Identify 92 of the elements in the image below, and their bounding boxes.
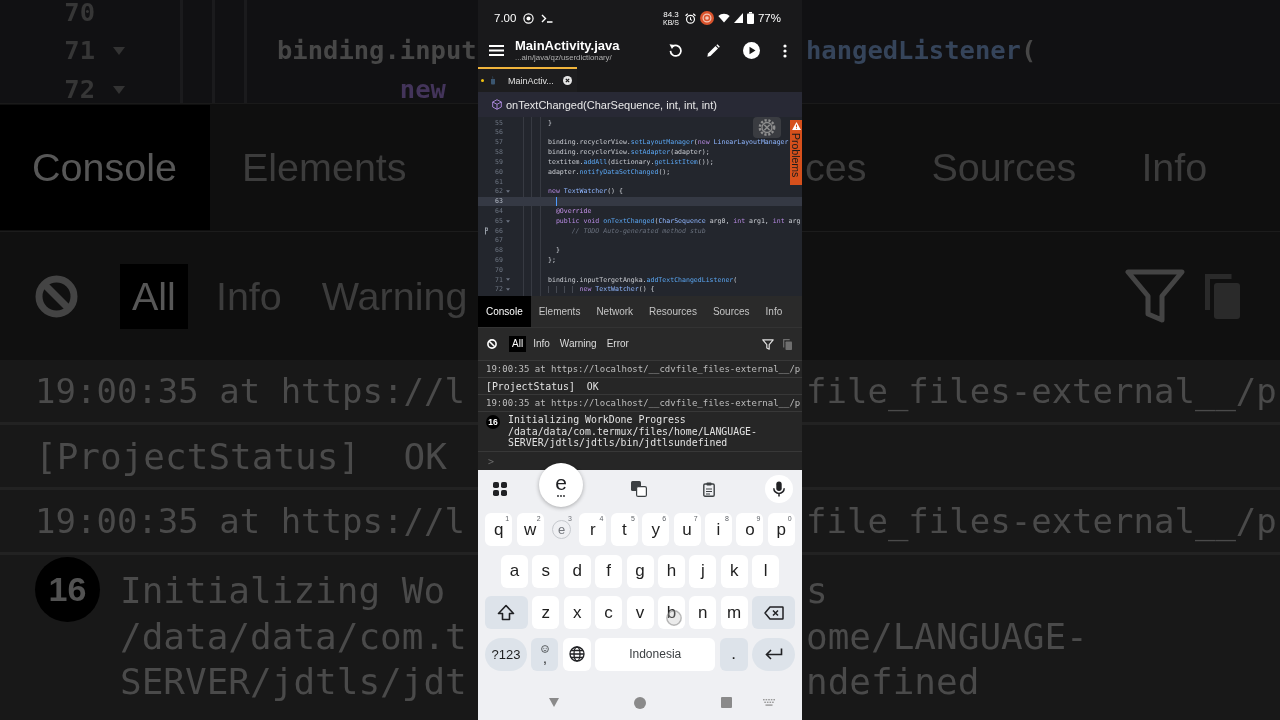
keyboard-key[interactable]: x bbox=[563, 596, 591, 629]
filter-icon bbox=[1125, 268, 1185, 324]
period-key[interactable]: . bbox=[719, 637, 748, 671]
symbols-key[interactable]: ?123 bbox=[485, 637, 527, 671]
devtools-tab[interactable]: Info bbox=[757, 296, 791, 327]
block-icon bbox=[35, 274, 78, 318]
keyboard-key[interactable]: c bbox=[595, 596, 623, 629]
overlapping-squares-icon[interactable] bbox=[631, 481, 647, 497]
code-text: hangedListener( bbox=[806, 38, 1037, 64]
tab-label: Console bbox=[0, 105, 210, 230]
globe-icon bbox=[568, 646, 585, 662]
filter-icon[interactable] bbox=[762, 338, 774, 350]
space-bar[interactable]: Indonesia bbox=[595, 637, 716, 671]
copy-icon[interactable] bbox=[783, 338, 792, 350]
block-icon[interactable] bbox=[487, 339, 497, 349]
apps-grid-icon[interactable] bbox=[493, 482, 507, 496]
log-source-text: 19:00:35 at https://localhost/__cdvfile_files-external__/p bbox=[486, 364, 801, 374]
fold-arrow-icon[interactable] bbox=[505, 278, 510, 282]
cube-icon bbox=[492, 99, 502, 110]
alarm-clock-icon bbox=[684, 12, 696, 24]
microphone-icon[interactable] bbox=[765, 475, 793, 503]
close-icon[interactable] bbox=[563, 76, 572, 85]
devtools-tab[interactable]: Elements bbox=[530, 296, 589, 327]
count-badge: 16 bbox=[35, 557, 100, 622]
globe-key[interactable] bbox=[562, 637, 591, 671]
key-preview-letter: e bbox=[555, 473, 567, 492]
file-title: MainActivity.java bbox=[515, 38, 620, 53]
smiley-icon bbox=[540, 645, 549, 653]
log-source-text: 19:00:35 at https://localhost/__cdvfile_files-external__/p bbox=[486, 398, 801, 408]
keyboard-key[interactable]: j bbox=[689, 554, 717, 588]
battery-percent: 77% bbox=[757, 12, 781, 24]
enter-key[interactable] bbox=[752, 637, 795, 671]
clock-time: 7.00 bbox=[494, 12, 517, 24]
menu-icon[interactable] bbox=[489, 45, 504, 56]
keyboard-key[interactable]: l bbox=[752, 554, 780, 588]
log-level-filter[interactable]: Warning bbox=[556, 336, 600, 352]
log-message: Initializing WorkDone Progress /data/data/com.termux/files/home/LANGUAGE-SERVER/jdtls/jdtls/bin/jdtlsundefined bbox=[508, 414, 758, 449]
warning-icon bbox=[791, 122, 801, 130]
devtools-tab[interactable]: Network bbox=[588, 296, 642, 327]
keyboard-key[interactable]: k bbox=[720, 554, 748, 588]
backspace-key[interactable] bbox=[752, 596, 796, 629]
fold-arrow-icon[interactable] bbox=[505, 219, 510, 223]
devtools-tab[interactable]: Resources bbox=[641, 296, 705, 327]
keyboard-key[interactable]: n bbox=[689, 596, 717, 629]
devtools-tab[interactable]: Sources bbox=[704, 296, 758, 327]
shift-arrow-icon bbox=[497, 604, 516, 621]
keyboard-key[interactable]: z bbox=[532, 596, 560, 629]
keyboard-key[interactable]: s bbox=[532, 554, 560, 588]
keyboard-key[interactable]: m bbox=[720, 596, 748, 629]
count-badge: 16 bbox=[486, 415, 500, 429]
keyboard-key[interactable]: h bbox=[657, 554, 685, 588]
play-icon[interactable] bbox=[743, 42, 760, 59]
enter-arrow-icon bbox=[764, 648, 783, 660]
more-vertical-icon[interactable] bbox=[783, 43, 787, 58]
signal-icon bbox=[733, 13, 743, 23]
battery-icon bbox=[746, 12, 754, 24]
log-message: [ProjectStatus] OK bbox=[486, 380, 599, 392]
problems-tab[interactable]: Problems bbox=[790, 120, 802, 185]
network-speed: 84.3 bbox=[663, 10, 679, 19]
home-circle-icon[interactable] bbox=[634, 696, 646, 709]
comma-key[interactable]: , bbox=[531, 637, 559, 671]
settings-icon[interactable] bbox=[753, 117, 781, 138]
breadcrumb-item[interactable]: onTextChanged(CharSequence, int, int, int) bbox=[506, 98, 717, 111]
cup-icon bbox=[490, 76, 496, 85]
keyboard-key[interactable]: g bbox=[626, 554, 654, 588]
circular-arrow-icon[interactable] bbox=[668, 43, 683, 58]
keyboard-key[interactable]: a bbox=[500, 554, 528, 588]
fold-arrow-icon[interactable] bbox=[505, 190, 510, 194]
log-level-filter[interactable]: Error bbox=[603, 336, 632, 352]
keyboard-key[interactable]: b bbox=[657, 596, 685, 629]
backspace-icon bbox=[763, 605, 784, 620]
terminal-icon bbox=[541, 13, 554, 23]
code-text: new bbox=[399, 77, 446, 103]
keyboard-key[interactable]: d bbox=[563, 554, 591, 588]
fold-arrow-icon[interactable] bbox=[505, 288, 510, 292]
shift-key[interactable] bbox=[484, 596, 528, 629]
text-cursor bbox=[555, 196, 557, 206]
wifi-icon bbox=[717, 13, 730, 23]
keyboard-key[interactable]: f bbox=[595, 554, 623, 588]
file-tab[interactable]: MainActiv... bbox=[478, 67, 577, 92]
record-icon bbox=[523, 12, 535, 24]
clipboard-icon[interactable] bbox=[703, 481, 715, 497]
devtools-tab[interactable]: Console bbox=[478, 296, 531, 327]
log-level-filter[interactable]: Info bbox=[530, 336, 553, 352]
keyboard-key[interactable]: v bbox=[626, 596, 654, 629]
log-level-filter[interactable]: All bbox=[509, 336, 527, 352]
screen-record-icon bbox=[699, 11, 714, 25]
filter-label: All bbox=[120, 263, 188, 329]
prompt-symbol: > bbox=[488, 455, 495, 467]
down-triangle-icon[interactable] bbox=[549, 698, 559, 707]
pencil-icon[interactable] bbox=[706, 43, 720, 58]
copy-icon bbox=[1205, 273, 1240, 319]
